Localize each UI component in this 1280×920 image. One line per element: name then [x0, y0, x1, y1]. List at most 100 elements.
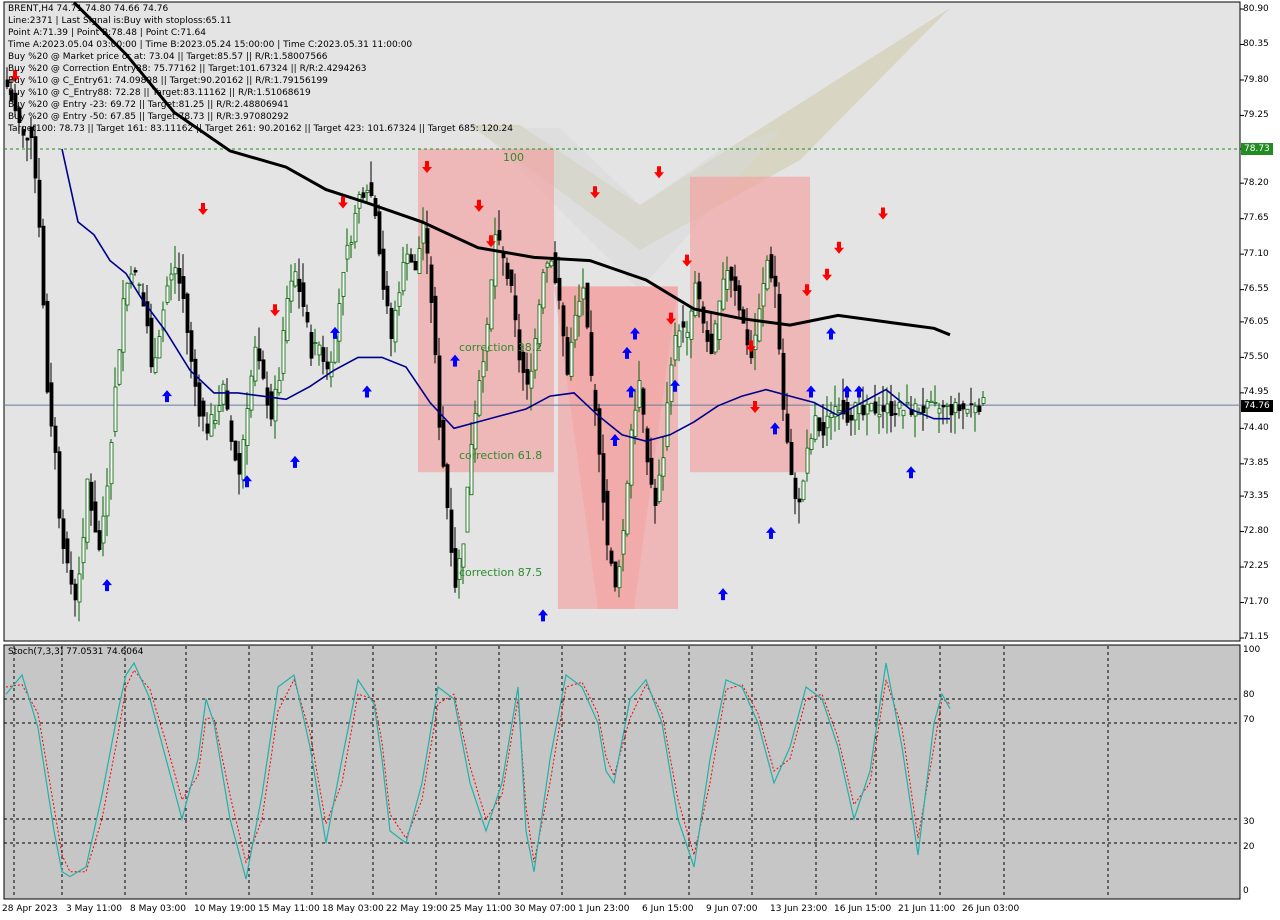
price-tick: 74.40	[1243, 423, 1269, 433]
candle-body	[685, 331, 690, 338]
candle-body	[873, 401, 878, 414]
candle-body	[213, 420, 218, 425]
candle-body	[761, 283, 766, 307]
candle-body	[405, 253, 410, 264]
candle-body	[705, 329, 710, 342]
candle-body	[65, 538, 70, 564]
candle-body	[137, 284, 142, 286]
candle-body	[769, 254, 774, 279]
candle-body	[165, 285, 170, 303]
candle-body	[249, 375, 254, 411]
price-tick: 72.80	[1243, 526, 1269, 536]
candle-body	[461, 543, 466, 568]
candle-body	[697, 281, 702, 300]
candle-body	[341, 272, 346, 297]
candle-body	[661, 457, 666, 477]
candle-body	[717, 300, 722, 340]
candle-body	[49, 382, 54, 427]
stoch-tick: 70	[1243, 715, 1255, 725]
time-tick: 8 May 03:00	[130, 904, 186, 914]
candle-body	[101, 515, 106, 544]
time-tick: 21 Jun 11:00	[898, 904, 956, 914]
candle-body	[273, 388, 278, 422]
candle-body	[293, 271, 298, 287]
info-line-buy-entry-50: Buy %20 @ Entry -50: 67.85 || Target:78.…	[8, 112, 289, 122]
candle-body	[725, 270, 730, 290]
candle-body	[649, 457, 654, 485]
candle-body	[105, 485, 110, 517]
candle-body	[57, 451, 62, 519]
candle-body	[477, 380, 482, 416]
candle-body	[653, 487, 658, 506]
candle-body	[197, 382, 202, 417]
time-tick: 1 Jun 23:00	[578, 904, 630, 914]
time-tick: 16 Jun 15:00	[834, 904, 892, 914]
candle-body	[521, 351, 526, 373]
candle-body	[345, 244, 350, 260]
price-tick: 78.20	[1243, 178, 1269, 188]
candle-body	[541, 272, 546, 309]
price-tick: 76.55	[1243, 284, 1269, 294]
candle-body	[117, 349, 122, 385]
time-tick: 15 May 11:00	[258, 904, 320, 914]
candle-body	[205, 423, 210, 434]
candle-body	[85, 478, 90, 543]
info-line-buy-entry-23: Buy %20 @ Entry -23: 69.72 || Target:81.…	[8, 100, 289, 110]
candle-body	[689, 310, 694, 340]
candle-body	[637, 380, 642, 408]
price-tick: 80.35	[1243, 39, 1269, 49]
candle-body	[921, 405, 926, 414]
candle-body	[73, 583, 78, 601]
candle-body	[881, 405, 886, 412]
candle-body	[589, 332, 594, 376]
candle-body	[313, 342, 318, 345]
candle-body	[953, 402, 958, 414]
current-price-tag: 74.76	[1241, 400, 1273, 412]
candle-body	[185, 293, 190, 333]
candle-body	[289, 280, 294, 302]
info-line-buy-entry38: Buy %20 @ Correction Entry38: 75.77162 |…	[8, 64, 367, 74]
time-tick: 26 Jun 03:00	[962, 904, 1020, 914]
candle-body	[609, 550, 614, 564]
candle-body	[925, 401, 930, 409]
candle-body	[525, 369, 530, 385]
candle-body	[393, 309, 398, 343]
candle-body	[173, 267, 178, 275]
candle-body	[417, 248, 422, 274]
candle-body	[929, 400, 934, 404]
candle-body	[41, 225, 46, 306]
candle-body	[209, 414, 214, 437]
candle-body	[581, 287, 586, 300]
candle-body	[325, 361, 330, 370]
candle-body	[257, 348, 262, 362]
time-tick: 18 May 03:00	[322, 904, 384, 914]
candle-body	[61, 518, 66, 549]
candle-body	[421, 222, 426, 244]
candle-body	[973, 405, 978, 414]
candle-body	[305, 312, 310, 323]
candle-body	[93, 501, 98, 533]
candle-body	[113, 386, 118, 432]
candle-body	[233, 440, 238, 461]
candle-body	[33, 136, 38, 179]
candle-body	[281, 330, 286, 374]
candle-body	[785, 413, 790, 443]
candle-body	[613, 561, 618, 588]
stoch-tick: 30	[1243, 817, 1255, 827]
price-tick: 77.10	[1243, 249, 1269, 259]
candle-body	[849, 414, 854, 421]
candle-body	[109, 442, 114, 485]
candle-body	[777, 293, 782, 350]
candle-body	[977, 405, 982, 412]
candle-body	[69, 569, 74, 585]
candle-body	[481, 361, 486, 378]
price-tick: 72.25	[1243, 561, 1269, 571]
candle-body	[321, 347, 326, 362]
candle-body	[893, 413, 898, 416]
candle-body	[409, 254, 414, 263]
candle-body	[441, 420, 446, 467]
info-line-signal: Line:2371 | Last Signal is:Buy with stop…	[8, 16, 232, 26]
price-tick: 79.25	[1243, 110, 1269, 120]
candle-body	[413, 260, 418, 271]
stochastic-label: Stoch(7,3,3) 77.0531 74.6064	[8, 647, 144, 657]
